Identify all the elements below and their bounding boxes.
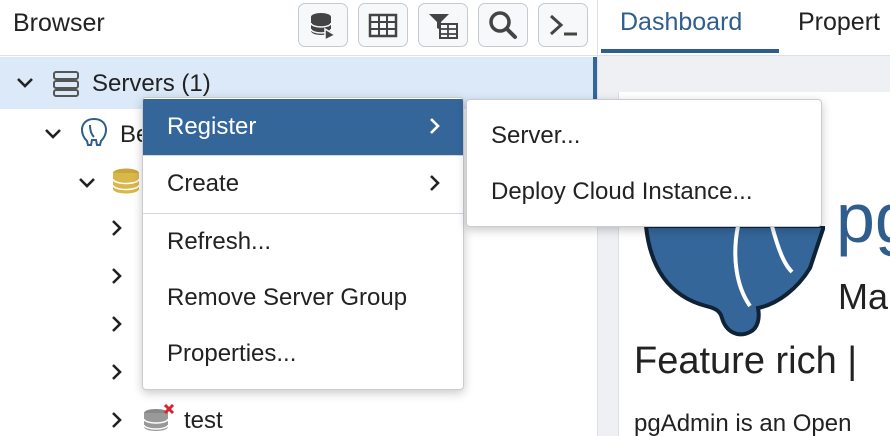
dashboard-subtitle: Ma — [838, 276, 889, 317]
chevron-down-icon[interactable] — [76, 172, 98, 194]
table-icon — [368, 13, 398, 38]
tree-label-servers: Servers (1) — [92, 70, 211, 97]
filtered-rows-button[interactable] — [418, 3, 468, 47]
menu-item-label: Refresh... — [167, 228, 272, 255]
context-menu: Register Create Refresh... Remove Server… — [142, 97, 464, 390]
menu-item-label: Create — [167, 170, 240, 197]
submenu-item-label: Deploy Cloud Instance... — [491, 178, 753, 205]
database-icon — [112, 168, 140, 194]
query-tool-button[interactable] — [298, 3, 348, 47]
tree-row-test[interactable]: test — [0, 394, 597, 436]
tab-bar: Dashboard Propert — [598, 0, 890, 56]
tab-dashboard[interactable]: Dashboard — [620, 8, 742, 37]
browser-title: Browser — [13, 9, 105, 37]
search-icon — [489, 11, 517, 39]
browser-header: Browser — [0, 0, 597, 56]
menu-item-label: Remove Server Group — [167, 284, 408, 311]
tab-properties[interactable]: Propert — [798, 8, 880, 37]
menu-item-refresh[interactable]: Refresh... — [143, 214, 463, 270]
chevron-down-icon[interactable] — [14, 72, 36, 94]
menu-item-label: Properties... — [167, 340, 297, 367]
submenu-item-server[interactable]: Server... — [467, 108, 823, 164]
pgadmin-elephant-logo — [643, 226, 825, 337]
dashboard-intro-text: pgAdmin is an Open — [634, 410, 852, 436]
chevron-right-icon[interactable] — [106, 265, 128, 287]
submenu-item-deploy-cloud-instance[interactable]: Deploy Cloud Instance... — [467, 164, 823, 220]
submenu-item-label: Server... — [491, 122, 581, 149]
search-objects-button[interactable] — [478, 3, 528, 47]
chevron-right-icon — [430, 175, 440, 191]
psql-tool-button[interactable] — [538, 3, 588, 47]
chevron-right-icon[interactable] — [106, 313, 128, 335]
chevron-right-icon — [430, 118, 440, 134]
menu-item-register[interactable]: Register — [143, 99, 463, 155]
menu-item-remove-server-group[interactable]: Remove Server Group — [143, 270, 463, 326]
active-tab-indicator — [601, 49, 779, 53]
database-disconnected-icon — [143, 404, 175, 431]
chevron-right-icon[interactable] — [106, 361, 128, 383]
chevron-right-icon[interactable] — [106, 409, 128, 431]
chevron-down-icon[interactable] — [42, 123, 64, 145]
postgres-elephant-icon — [80, 117, 108, 146]
tree-label-test: test — [184, 407, 223, 434]
database-query-icon — [310, 13, 337, 41]
logo-text: pg — [836, 179, 890, 257]
dashboard-feature-heading: Feature rich | — [634, 340, 858, 382]
menu-item-label: Register — [167, 113, 257, 140]
terminal-icon — [549, 14, 577, 36]
chevron-right-icon[interactable] — [106, 217, 128, 239]
filter-table-icon — [429, 14, 458, 39]
view-data-button[interactable] — [358, 3, 408, 47]
server-group-icon — [53, 71, 79, 97]
register-submenu: Server... Deploy Cloud Instance... — [466, 99, 822, 227]
menu-item-create[interactable]: Create — [143, 156, 463, 212]
menu-item-properties[interactable]: Properties... — [143, 326, 463, 382]
